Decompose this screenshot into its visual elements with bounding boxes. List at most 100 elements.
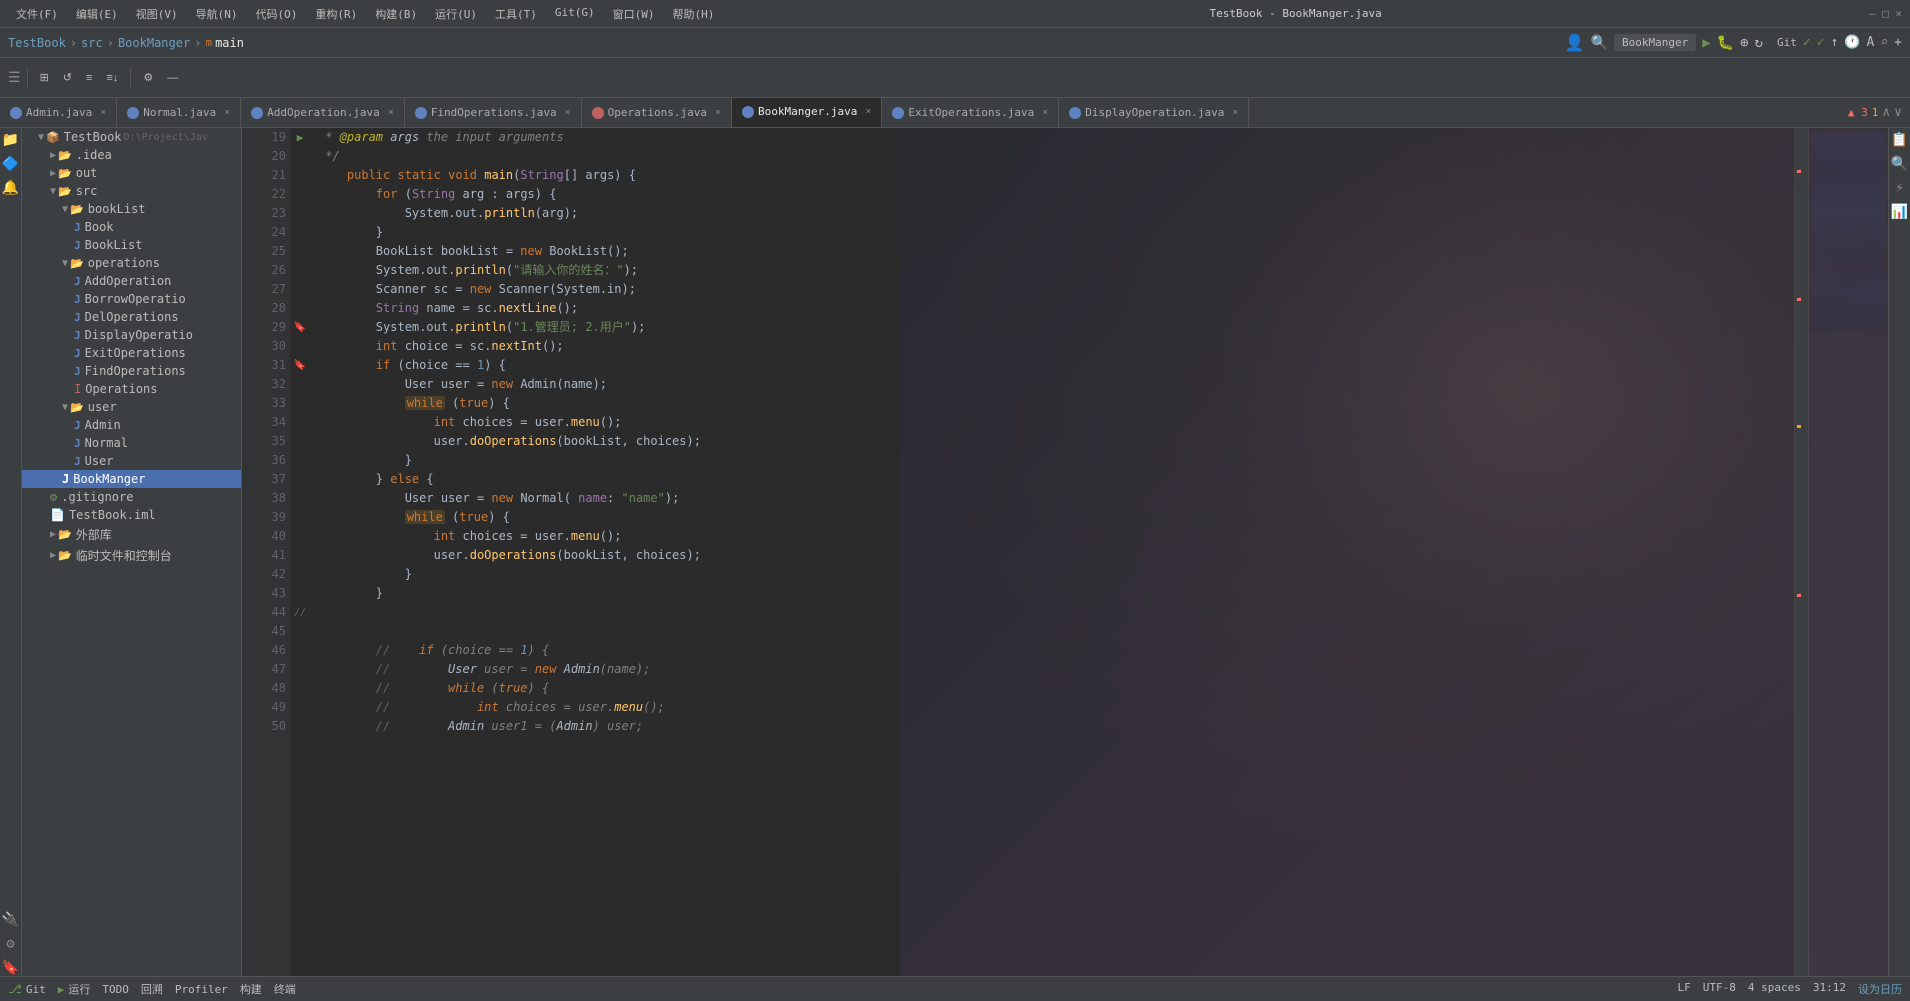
status-indent[interactable]: 4 spaces	[1748, 981, 1801, 997]
sidebar-book[interactable]: J Book	[22, 218, 241, 236]
tab-close-exitop[interactable]: ×	[1042, 107, 1048, 118]
sidebar-idea[interactable]: ▶ 📂 .idea	[22, 146, 241, 164]
sidebar-out[interactable]: ▶ 📂 out	[22, 164, 241, 182]
tab-normal[interactable]: Normal.java ×	[117, 98, 241, 128]
sidebar-findop[interactable]: J FindOperations	[22, 362, 241, 380]
menu-code[interactable]: 代码(O)	[248, 4, 306, 24]
translate-icon[interactable]: A	[1867, 35, 1875, 50]
project-selector[interactable]: BookManger	[1614, 34, 1696, 51]
tab-operations[interactable]: Operations.java ×	[582, 98, 732, 128]
debug-button[interactable]: 🐛	[1717, 35, 1734, 51]
bookmarks-icon[interactable]: 🔖	[3, 960, 19, 976]
status-build[interactable]: 构建	[240, 981, 262, 997]
profile-icon[interactable]: 👤	[1565, 33, 1585, 52]
toolbar-btn-2[interactable]: ↺	[57, 68, 78, 87]
status-encoding[interactable]: UTF-8	[1703, 981, 1736, 997]
right-panel-icon-1[interactable]: 📋	[1892, 132, 1908, 148]
breadcrumb-testbook[interactable]: TestBook	[8, 36, 66, 50]
search2-icon[interactable]: ⌕	[1880, 35, 1888, 50]
menu-edit[interactable]: 编辑(E)	[68, 4, 126, 24]
sidebar-admin[interactable]: J Admin	[22, 416, 241, 434]
menu-build[interactable]: 构建(B)	[367, 4, 425, 24]
tab-close-admin[interactable]: ×	[100, 107, 106, 118]
menu-help[interactable]: 帮助(H)	[665, 4, 723, 24]
menu-git[interactable]: Git(G)	[547, 4, 603, 24]
settings-icon[interactable]: ⚙	[3, 936, 19, 952]
tab-close-operations[interactable]: ×	[715, 107, 721, 118]
status-lf[interactable]: LF	[1678, 981, 1691, 997]
search-icon[interactable]: 🔍	[1591, 35, 1608, 51]
tab-admin[interactable]: Admin.java ×	[0, 98, 117, 128]
plugins-icon[interactable]: 🔌	[3, 912, 19, 928]
sidebar-operations-folder[interactable]: ▼ 📂 operations	[22, 254, 241, 272]
sidebar-src[interactable]: ▼ 📂 src	[22, 182, 241, 200]
git-history-icon[interactable]: 🕐	[1844, 35, 1860, 50]
tab-displayop[interactable]: DisplayOperation.java ×	[1059, 98, 1249, 128]
sidebar-delop[interactable]: J DelOperations	[22, 308, 241, 326]
toolbar-btn-3[interactable]: ≡	[80, 69, 98, 87]
tab-exitop[interactable]: ExitOperations.java ×	[882, 98, 1059, 128]
git-check-icon[interactable]: ✓	[1803, 35, 1811, 50]
tab-close-displayop[interactable]: ×	[1232, 107, 1238, 118]
sidebar-booklist[interactable]: ▼ 📂 bookList	[22, 200, 241, 218]
breadcrumb-bookmanager[interactable]: BookManger	[118, 36, 190, 50]
status-date-btn[interactable]: 设为日历	[1858, 981, 1902, 997]
collapse-tabs-icon[interactable]: ∨	[1894, 105, 1902, 120]
tab-close-findop[interactable]: ×	[565, 107, 571, 118]
sidebar-user[interactable]: J User	[22, 452, 241, 470]
code-editor[interactable]: * @param args the input arguments */ pub…	[310, 128, 1794, 976]
breadcrumb-main[interactable]: main	[215, 36, 244, 50]
tab-close-normal[interactable]: ×	[224, 107, 230, 118]
toolbar-btn-1[interactable]: ⊞	[34, 68, 55, 87]
tab-bookmanager[interactable]: BookManger.java ×	[732, 98, 882, 128]
sidebar-project-root[interactable]: ▼ 📦 TestBook D:\Project\Jav	[22, 128, 241, 146]
sidebar-operations-file[interactable]: I Operations	[22, 380, 241, 398]
run-button[interactable]: ▶	[1702, 35, 1710, 51]
structure-icon[interactable]: 🔷	[3, 156, 19, 172]
menu-tools[interactable]: 工具(T)	[487, 4, 545, 24]
status-profiler[interactable]: Profiler	[175, 981, 228, 997]
sidebar-exitop[interactable]: J ExitOperations	[22, 344, 241, 362]
notifications-icon[interactable]: 🔔	[3, 180, 19, 196]
tab-addop[interactable]: AddOperation.java ×	[241, 98, 405, 128]
menu-window[interactable]: 窗口(W)	[605, 4, 663, 24]
toolbar-btn-4[interactable]: ≡↓	[100, 69, 124, 87]
sidebar-user-folder[interactable]: ▼ 📂 user	[22, 398, 241, 416]
coverage-button[interactable]: ⊕	[1740, 35, 1748, 51]
sidebar-normal[interactable]: J Normal	[22, 434, 241, 452]
toolbar-settings[interactable]: ⚙	[137, 68, 159, 87]
plus-icon[interactable]: +	[1894, 35, 1902, 50]
sidebar-bookmanager-file[interactable]: J BookManger	[22, 470, 241, 488]
toolbar-collapse[interactable]: —	[161, 69, 184, 87]
menu-run[interactable]: 运行(U)	[427, 4, 485, 24]
profile-run-button[interactable]: ↻	[1755, 35, 1763, 51]
status-git[interactable]: ⎇ Git	[8, 981, 46, 997]
sidebar-toggle-icon[interactable]: ☰	[8, 70, 21, 86]
sidebar-scratch[interactable]: ▶ 📂 临时文件和控制台	[22, 545, 241, 566]
menu-navigate[interactable]: 导航(N)	[188, 4, 246, 24]
breadcrumb-src[interactable]: src	[81, 36, 103, 50]
menu-refactor[interactable]: 重构(R)	[307, 4, 365, 24]
tab-findop[interactable]: FindOperations.java ×	[405, 98, 582, 128]
sidebar-addoperation[interactable]: J AddOperation	[22, 272, 241, 290]
menu-file[interactable]: 文件(F)	[8, 4, 66, 24]
right-panel-icon-4[interactable]: 📊	[1892, 204, 1908, 220]
sidebar-external-libs[interactable]: ▶ 📂 外部库	[22, 524, 241, 545]
expand-tabs-icon[interactable]: ∧	[1882, 105, 1890, 120]
right-panel-icon-2[interactable]: 🔍	[1892, 156, 1908, 172]
sidebar-gitignore[interactable]: ⚙ .gitignore	[22, 488, 241, 506]
git-check2-icon[interactable]: ✓	[1817, 35, 1825, 50]
sidebar-borrowop[interactable]: J BorrowOperatio	[22, 290, 241, 308]
tab-close-addop[interactable]: ×	[388, 107, 394, 118]
status-term[interactable]: 终端	[274, 981, 296, 997]
sidebar-displayop[interactable]: J DisplayOperatio	[22, 326, 241, 344]
sidebar-iml[interactable]: 📄 TestBook.iml	[22, 506, 241, 524]
status-run[interactable]: ▶ 运行	[58, 981, 91, 997]
right-panel-icon-3[interactable]: ⚡	[1892, 180, 1908, 196]
tab-close-bookmanager[interactable]: ×	[865, 106, 871, 117]
project-icon[interactable]: 📁	[3, 132, 19, 148]
sidebar-booklist-file[interactable]: J BookList	[22, 236, 241, 254]
git-push-icon[interactable]: ↑	[1831, 35, 1839, 50]
status-return[interactable]: 回溯	[141, 981, 163, 997]
status-todo[interactable]: TODO	[102, 981, 129, 997]
